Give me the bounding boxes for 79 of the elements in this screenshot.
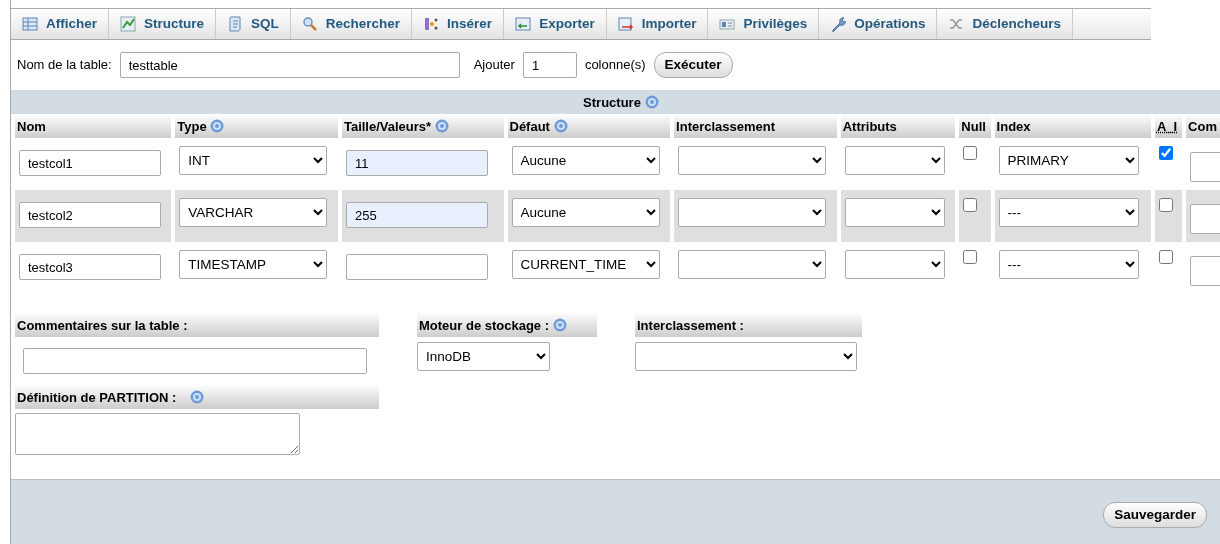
column-header: A_I <box>1154 114 1183 139</box>
save-button[interactable]: Sauvegarder <box>1103 501 1207 528</box>
column-count-field[interactable]: 1 <box>522 52 577 79</box>
tab[interactable]: Rechercher <box>290 9 413 39</box>
tab[interactable]: Insérer <box>412 9 505 39</box>
column-header: Type <box>175 114 338 139</box>
column-header: Null <box>959 114 991 139</box>
export-icon <box>515 16 532 32</box>
help-icon[interactable] <box>210 118 225 133</box>
column-header: Défaut <box>507 114 671 139</box>
id-card-icon <box>719 16 736 32</box>
name-field[interactable]: testcol3 <box>19 254 161 281</box>
import-icon <box>617 16 634 32</box>
column-header: Nom <box>15 114 172 139</box>
index-select[interactable]: PRIMARY <box>998 146 1139 176</box>
storage-engine-select[interactable]: InnoDB <box>417 342 550 372</box>
collation-select[interactable] <box>678 250 827 280</box>
index-select[interactable]: --- <box>998 198 1139 228</box>
auto-increment-checkbox[interactable] <box>1158 250 1173 265</box>
table-name-field[interactable]: testtable <box>119 52 460 79</box>
search-icon <box>301 16 318 32</box>
field-label: Nom de la table: <box>17 56 112 75</box>
name-field[interactable]: testcol1 <box>19 150 161 177</box>
section-header: Commentaires sur la table : <box>15 312 379 338</box>
help-icon[interactable] <box>553 118 568 133</box>
length-field[interactable]: 255 <box>345 202 488 229</box>
type-select[interactable]: TIMESTAMP <box>179 250 328 280</box>
table-comment-field[interactable] <box>23 348 367 375</box>
tab[interactable]: Déclencheurs <box>937 9 1074 39</box>
tab[interactable]: Importer <box>606 9 709 39</box>
collation-select[interactable] <box>678 198 827 228</box>
column-header: Interclassement <box>674 114 837 139</box>
collation-select[interactable] <box>635 342 857 372</box>
attributes-select[interactable] <box>844 198 945 228</box>
null-checkbox[interactable] <box>963 250 978 265</box>
column-header: Attributs <box>840 114 956 139</box>
tab[interactable]: SQL <box>216 9 291 39</box>
auto-increment-checkbox[interactable] <box>1158 146 1173 161</box>
field-label: colonne(s) <box>584 56 646 75</box>
default-select[interactable]: Aucune <box>511 198 660 228</box>
tab[interactable]: Afficher <box>11 9 109 39</box>
null-checkbox[interactable] <box>963 198 978 213</box>
scroll-icon <box>227 16 244 32</box>
shuffle-icon <box>948 16 965 32</box>
tab[interactable]: Opérations <box>819 9 938 39</box>
null-checkbox[interactable] <box>963 146 978 161</box>
default-select[interactable]: Aucune <box>511 146 660 176</box>
partition-field[interactable] <box>15 413 300 456</box>
help-icon[interactable] <box>434 118 449 133</box>
length-field[interactable] <box>345 254 488 281</box>
section-header: Interclassement : <box>635 312 862 338</box>
help-icon[interactable] <box>190 390 204 405</box>
column-header: Index <box>994 114 1151 139</box>
tab[interactable]: Structure <box>109 9 217 39</box>
type-select[interactable]: INT <box>179 146 328 176</box>
section-title: Moteur de stockage : <box>419 318 550 334</box>
execute-button[interactable]: Exécuter <box>653 52 733 79</box>
tab[interactable]: Privilèges <box>708 9 820 39</box>
type-select[interactable]: VARCHAR <box>179 198 328 228</box>
attributes-select[interactable] <box>844 146 945 176</box>
index-select[interactable]: --- <box>998 250 1139 280</box>
wrench-icon <box>830 16 847 32</box>
tab[interactable]: Exporter <box>504 9 607 39</box>
attributes-select[interactable] <box>844 250 945 280</box>
column-header: Taille/Valeurs* <box>341 114 504 139</box>
insert-icon <box>423 16 440 32</box>
default-select[interactable]: CURRENT_TIME <box>511 250 660 280</box>
section-title: Structure <box>583 93 641 112</box>
section-title: Définition de PARTITION : <box>17 390 177 406</box>
table-icon <box>22 16 38 32</box>
auto-increment-checkbox[interactable] <box>1158 198 1173 213</box>
length-field[interactable]: 11 <box>345 150 488 177</box>
name-field[interactable]: testcol2 <box>19 202 161 229</box>
field-label: Ajouter <box>473 56 515 75</box>
help-icon[interactable] <box>644 95 659 110</box>
chart-icon <box>120 16 136 32</box>
help-icon[interactable] <box>552 318 567 333</box>
column-header: Com <box>1186 114 1220 139</box>
collation-select[interactable] <box>678 146 827 176</box>
